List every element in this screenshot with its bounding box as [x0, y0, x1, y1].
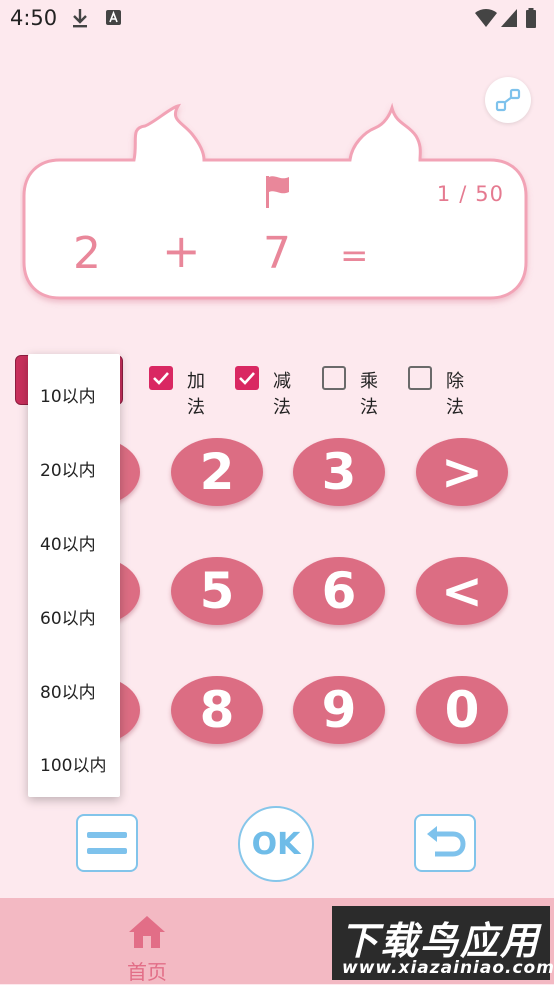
font-icon — [106, 10, 121, 25]
progress-total: 50 — [475, 182, 504, 206]
flag-icon[interactable] — [264, 174, 292, 210]
division-label: 除法 — [446, 371, 464, 418]
status-time: 4:50 — [10, 6, 58, 30]
range-option-10[interactable]: 10以内 — [40, 382, 96, 407]
question-card: 1 / 50 2 + 7 = — [20, 100, 534, 310]
menu-icon-bar — [87, 832, 127, 838]
key-5[interactable]: 5 — [171, 557, 263, 625]
key-3[interactable]: 3 — [293, 438, 385, 506]
ok-button[interactable]: OK — [238, 806, 314, 882]
range-option-40[interactable]: 40以内 — [40, 530, 96, 555]
key-greater[interactable]: > — [416, 438, 508, 506]
equation-operand-2: 7 — [263, 228, 291, 279]
progress-current: 1 — [436, 182, 452, 206]
addition-label: 加法 — [187, 371, 205, 418]
range-option-100[interactable]: 100以内 — [40, 751, 106, 776]
home-icon — [129, 916, 165, 948]
undo-icon — [427, 826, 466, 857]
range-dropdown-menu: 10以内 20以内 40以内 60以内 80以内 100以内 — [28, 354, 120, 797]
check-icon — [239, 372, 255, 385]
key-less[interactable]: < — [416, 557, 508, 625]
key-6[interactable]: 6 — [293, 557, 385, 625]
nav-home-tab[interactable]: 首页 — [110, 906, 184, 984]
check-icon — [153, 372, 169, 385]
wifi-icon — [475, 8, 497, 27]
subtraction-checkbox[interactable] — [235, 366, 259, 390]
range-option-60[interactable]: 60以内 — [40, 604, 96, 629]
status-bar: 4:50 — [0, 0, 554, 38]
subtraction-label: 减法 — [273, 371, 291, 418]
key-0[interactable]: 0 — [416, 676, 508, 744]
addition-checkbox[interactable] — [149, 366, 173, 390]
equation-operand-1: 2 — [73, 228, 101, 279]
key-2[interactable]: 2 — [171, 438, 263, 506]
undo-button[interactable] — [414, 814, 476, 872]
watermark-title: 下载鸟应用 — [340, 919, 541, 963]
multiplication-checkbox[interactable] — [322, 366, 346, 390]
key-8[interactable]: 8 — [171, 676, 263, 744]
menu-button[interactable] — [76, 814, 138, 872]
division-checkbox[interactable] — [408, 366, 432, 390]
equation-equals: = — [340, 236, 369, 276]
battery-icon — [526, 8, 536, 28]
progress-separator: / — [459, 182, 468, 206]
multiplication-label: 乘法 — [360, 371, 378, 418]
watermark-url: www.xiazainiao.com — [342, 958, 554, 978]
key-9[interactable]: 9 — [293, 676, 385, 744]
signal-icon — [501, 9, 517, 27]
download-icon — [73, 9, 87, 28]
range-option-20[interactable]: 20以内 — [40, 456, 96, 481]
watermark-logo: 下载鸟应用 www.xiazainiao.com — [332, 906, 554, 980]
nav-home-label: 首页 — [127, 960, 167, 984]
range-option-80[interactable]: 80以内 — [40, 678, 96, 703]
equation-operator: + — [162, 224, 201, 278]
progress-indicator: 1 / 50 — [433, 182, 508, 206]
menu-icon-bar — [87, 848, 127, 854]
